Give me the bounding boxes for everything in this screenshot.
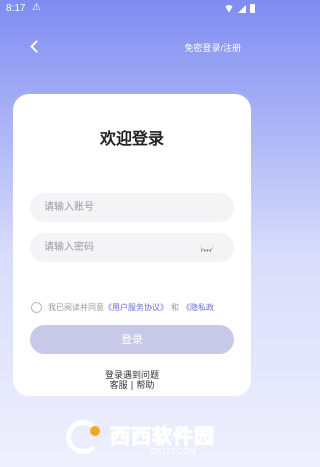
account-field[interactable] [30,193,234,222]
status-icons [224,4,255,13]
password-field[interactable] [30,233,234,262]
status-time: 8:17 [6,3,26,14]
login-problem-link[interactable]: 登录遇到问题 [13,371,251,381]
privacy-policy-link[interactable]: 《隐私政 [182,302,214,313]
cr-logo-icon [66,418,106,458]
watermark-logo: 西西软件园 CR173.COM [66,418,215,458]
watermark-brand: 西西软件园 [110,424,215,449]
no-password-login-link[interactable]: 免密登录/注册 [184,41,241,54]
customer-service-help-link[interactable]: 客服 | 帮助 [13,381,251,391]
login-card: 欢迎登录 我已阅读并同意 《用户服务协议》 和 《隐私政 登录 登录遇到问题 客… [13,94,251,396]
login-button[interactable]: 登录 [30,325,234,354]
status-bar: 8:17 ⚠ [0,0,263,20]
agreement-prefix: 我已阅读并同意 [48,303,104,312]
cellular-signal-icon [238,4,246,13]
warning-icon: ⚠ [32,2,41,13]
agreement-radio[interactable] [31,302,42,313]
account-input[interactable] [44,193,194,222]
battery-icon [250,4,255,13]
watermark-url: CR173.COM [150,447,196,456]
eye-closed-icon[interactable] [200,244,214,252]
help-links: 登录遇到问题 客服 | 帮助 [13,371,251,391]
password-input[interactable] [44,233,194,262]
agreement-middle: 和 [171,303,179,312]
wifi-icon [224,4,234,13]
back-chevron-icon[interactable] [28,38,42,56]
page-title: 欢迎登录 [99,129,164,148]
service-agreement-link[interactable]: 《用户服务协议》 [104,302,168,313]
agreement-row: 我已阅读并同意 《用户服务协议》 和 《隐私政 [31,302,214,313]
